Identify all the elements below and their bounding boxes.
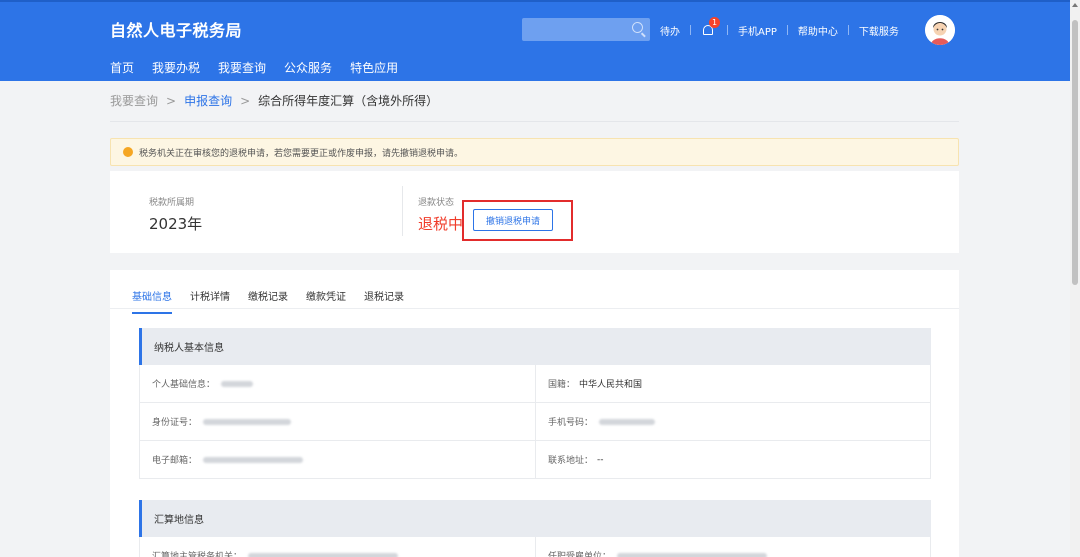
field-value: 中华人民共和国 — [579, 380, 643, 390]
redacted-value — [617, 552, 768, 557]
nav-file-tax[interactable]: 我要办税 — [152, 59, 200, 76]
detail-card: 基础信息 计税详情 缴税记录 缴款凭证 退税记录 纳税人基本信息 个人基础信息：… — [110, 270, 959, 557]
todo-link[interactable]: 待办 — [660, 23, 680, 38]
divider — [727, 25, 728, 35]
divider — [786, 25, 788, 35]
highlight-box — [462, 200, 573, 241]
info-cell: 手机号码： — [535, 403, 930, 440]
notification-badge: 1 — [709, 17, 720, 28]
field-label: 身份证号： — [152, 418, 198, 428]
period-value: 2023年 — [149, 215, 203, 233]
search-icon[interactable] — [632, 22, 643, 33]
notice-banner: 税务机关正在审核您的退税申请，若您需要更正或作废申报，请先撤销退税申请。 — [110, 138, 959, 166]
field-label: 任职受雇单位： — [548, 552, 612, 557]
nav-special-apps[interactable]: 特色应用 — [350, 59, 398, 76]
table-row: 身份证号： 手机号码： — [139, 403, 931, 441]
field-label: 联系地址： — [548, 456, 594, 466]
breadcrumb-current: 综合所得年度汇算（含境外所得） — [258, 94, 439, 108]
table-row: 个人基础信息： 国籍： 中华人民共和国 — [139, 365, 931, 403]
tab-payment-records[interactable]: 缴税记录 — [248, 288, 288, 314]
notification-bell[interactable]: 1 — [701, 17, 720, 38]
nav-home[interactable]: 首页 — [110, 59, 134, 76]
divider — [847, 25, 849, 35]
chevron-right-icon: > — [240, 93, 251, 108]
tab-tax-details[interactable]: 计税详情 — [190, 288, 230, 314]
info-cell: 身份证号： — [140, 403, 535, 440]
info-cell: 任职受雇单位： — [535, 537, 930, 557]
tab-bar: 基础信息 计税详情 缴税记录 缴款凭证 退税记录 — [132, 288, 422, 314]
field-label: 国籍： — [548, 380, 576, 390]
chevron-right-icon: > — [166, 93, 177, 108]
site-brand[interactable]: 自然人电子税务局 — [110, 17, 242, 41]
mobile-app-link[interactable]: 手机APP — [738, 23, 777, 38]
page-scrollbar[interactable] — [1070, 0, 1080, 557]
divider — [690, 25, 691, 35]
info-cell: 汇算地主管税务机关： — [140, 537, 535, 557]
warning-icon — [123, 147, 133, 157]
tab-payment-receipts[interactable]: 缴款凭证 — [306, 288, 346, 314]
breadcrumb-query[interactable]: 我要查询 — [110, 92, 158, 109]
taxpayer-section: 纳税人基本信息 个人基础信息： 国籍： 中华人民共和国 身份证号： 手机号码： — [139, 328, 931, 479]
main-nav: 首页 我要办税 我要查询 公众服务 特色应用 — [110, 59, 416, 76]
info-cell: 联系地址： -- — [535, 441, 930, 478]
table-row: 汇算地主管税务机关： 任职受雇单位： — [139, 537, 931, 557]
scroll-up-icon[interactable] — [1072, 3, 1078, 7]
avatar-icon — [925, 15, 955, 45]
avatar[interactable] — [925, 15, 955, 45]
redacted-value — [203, 418, 292, 425]
field-label: 个人基础信息： — [152, 380, 216, 390]
redacted-value — [248, 552, 399, 557]
table-row: 电子邮箱： 联系地址： -- — [139, 441, 931, 479]
search-input[interactable] — [522, 18, 650, 41]
scrollbar-thumb[interactable] — [1072, 20, 1078, 285]
field-label: 汇算地主管税务机关： — [152, 552, 243, 557]
info-cell: 电子邮箱： — [140, 441, 535, 478]
nav-public-service[interactable]: 公众服务 — [284, 59, 332, 76]
info-cell: 个人基础信息： — [140, 365, 535, 402]
section-title: 纳税人基本信息 — [139, 328, 931, 365]
top-header: 自然人电子税务局 待办 1 手机APP 帮助中心 下载服务 首页 我要办税 我要… — [0, 0, 1070, 81]
field-label: 电子邮箱： — [152, 456, 198, 466]
divider — [402, 186, 403, 236]
notice-text: 税务机关正在审核您的退税申请，若您需要更正或作废申报，请先撤销退税申请。 — [139, 148, 464, 159]
divider — [110, 308, 959, 309]
redacted-value — [221, 380, 254, 387]
period-label: 税款所属期 — [149, 198, 195, 208]
info-cell: 国籍： 中华人民共和国 — [535, 365, 930, 402]
breadcrumb: 我要查询 > 申报查询 > 综合所得年度汇算（含境外所得） — [110, 92, 438, 109]
settlement-section: 汇算地信息 汇算地主管税务机关： 任职受雇单位： — [139, 500, 931, 557]
nav-query[interactable]: 我要查询 — [218, 59, 266, 76]
status-value: 退税中 — [418, 215, 464, 233]
field-value: -- — [597, 454, 604, 465]
help-center-link[interactable]: 帮助中心 — [798, 23, 838, 38]
tab-basic-info[interactable]: 基础信息 — [132, 288, 172, 314]
status-label: 退款状态 — [418, 198, 455, 208]
redacted-value — [599, 418, 656, 425]
field-label: 手机号码： — [548, 418, 594, 428]
section-title: 汇算地信息 — [139, 500, 931, 537]
divider — [110, 121, 959, 122]
redacted-value — [203, 456, 304, 463]
tab-refund-records[interactable]: 退税记录 — [364, 288, 404, 314]
download-link[interactable]: 下载服务 — [859, 23, 899, 38]
header-links: 待办 1 手机APP 帮助中心 下载服务 — [660, 17, 899, 38]
summary-card: 税款所属期 2023年 退款状态 退税中 撤销退税申请 — [110, 171, 959, 253]
breadcrumb-declaration-query[interactable]: 申报查询 — [184, 92, 232, 109]
